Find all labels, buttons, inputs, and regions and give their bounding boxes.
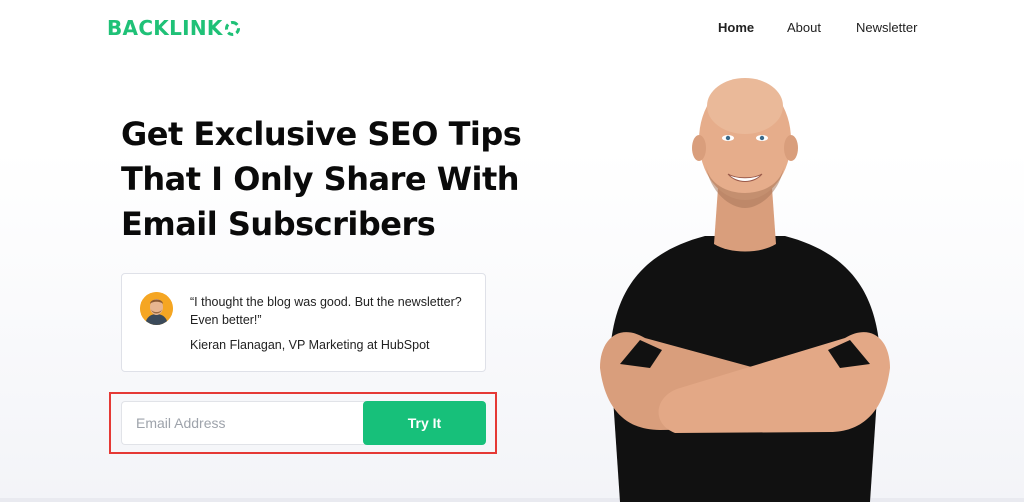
testimonial-quote: “I thought the blog was good. But the ne… <box>190 293 475 329</box>
try-it-button[interactable]: Try It <box>363 401 486 445</box>
quote-line-1: “I thought the blog was good. But the ne… <box>190 295 462 309</box>
main-nav: Home About Newsletter <box>0 20 1024 36</box>
nav-newsletter-link[interactable]: Newsletter <box>856 20 917 35</box>
hero-headline: Get Exclusive SEO Tips That I Only Share… <box>121 112 561 247</box>
author-photo <box>600 78 890 502</box>
nav-home-link[interactable]: Home <box>718 20 754 35</box>
quote-line-2: Even better!” <box>190 313 262 327</box>
headline-line-3: Email Subscribers <box>121 205 436 243</box>
nav-about-link[interactable]: About <box>787 20 821 35</box>
email-address-input[interactable] <box>121 401 366 445</box>
headline-line-2: That I Only Share With <box>121 160 520 198</box>
avatar-face-icon <box>140 292 173 325</box>
headline-line-1: Get Exclusive SEO Tips <box>121 115 522 153</box>
avatar <box>140 292 173 325</box>
testimonial-card: “I thought the blog was good. But the ne… <box>121 273 486 372</box>
testimonial-author: Kieran Flanagan, VP Marketing at HubSpot <box>190 338 430 352</box>
